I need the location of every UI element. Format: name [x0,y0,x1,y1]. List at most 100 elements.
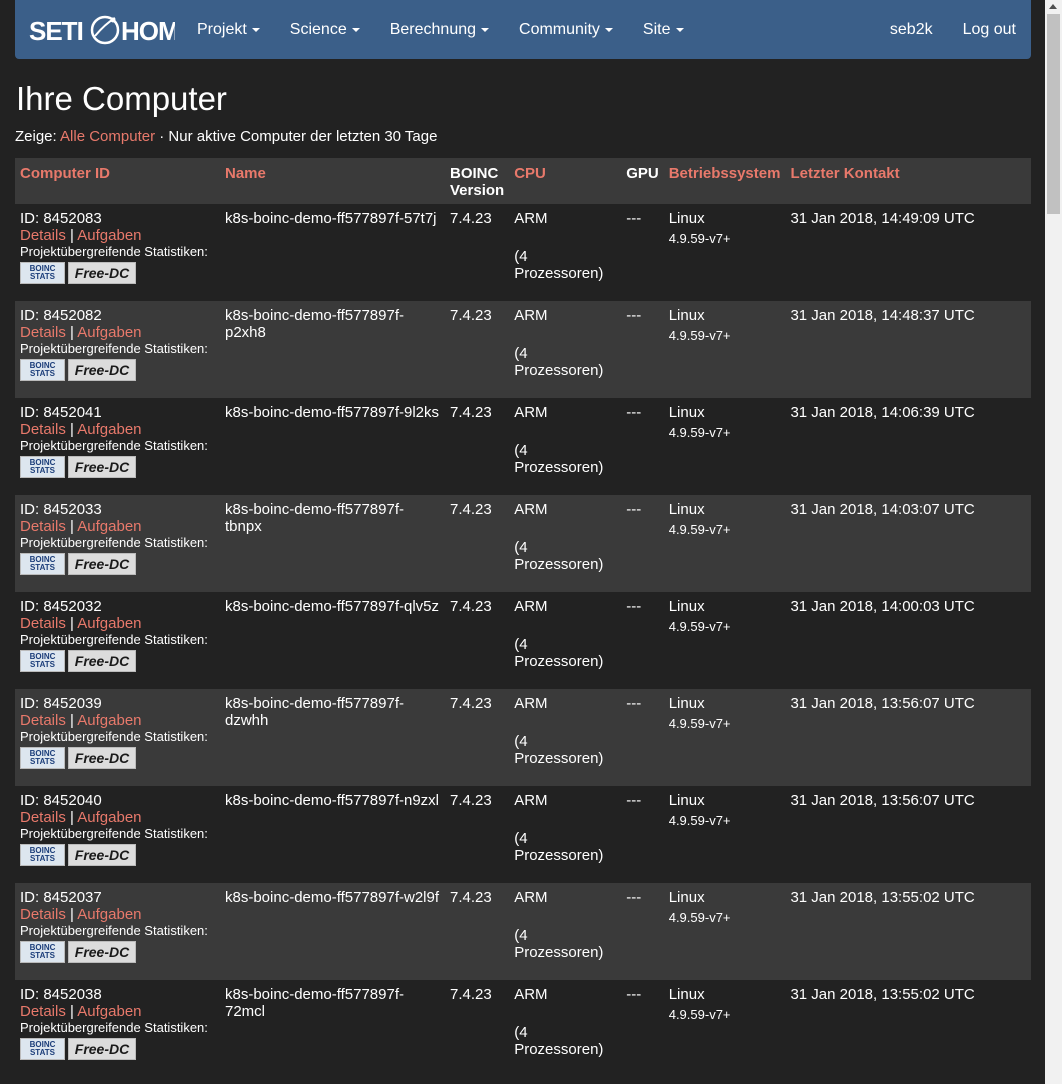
freedc-badge[interactable]: Free-DC [68,359,136,381]
freedc-badge[interactable]: Free-DC [68,456,136,478]
computer-id: ID: 8452032 [20,598,102,615]
boincstats-badge[interactable]: BOINC STATS [20,359,65,381]
os-kernel: 4.9.59-v7+ [668,425,731,440]
separator: | [70,615,74,632]
cpu-type: ARM [514,404,548,421]
tasks-link[interactable]: Aufgaben [77,324,141,341]
col-header-last-contact[interactable]: Letzter Kontakt [790,165,899,182]
nav-projekt-label: Projekt [197,20,247,38]
cross-project-stats-label: Projektübergreifende Statistiken: [20,341,208,356]
boinc-version: 7.4.23 [445,592,510,689]
computer-name: k8s-boinc-demo-ff577897f-p2xh8 [220,301,445,398]
details-link[interactable]: Details [20,615,66,632]
scroll-thumb[interactable] [1047,14,1060,214]
computer-id: ID: 8452039 [20,695,102,712]
tasks-link[interactable]: Aufgaben [77,809,141,826]
freedc-badge[interactable]: Free-DC [68,747,136,769]
details-link[interactable]: Details [20,421,66,438]
boincstats-badge[interactable]: BOINC STATS [20,941,65,963]
boincstats-subtext: STATS [29,466,56,475]
os-kernel: 4.9.59-v7+ [668,231,731,246]
freedc-badge[interactable]: Free-DC [68,1038,136,1060]
boincstats-subtext: STATS [29,1048,56,1057]
svg-text:HOME: HOME [121,16,175,46]
boincstats-badge[interactable]: BOINC STATS [20,553,65,575]
caret-down-icon [481,27,490,32]
computer-id: ID: 8452083 [20,210,102,227]
boinc-version: 7.4.23 [445,980,510,1077]
freedc-badge[interactable]: Free-DC [68,650,136,672]
col-header-name[interactable]: Name [225,165,266,182]
logout-link[interactable]: Log out [948,21,1016,39]
separator: | [70,324,74,341]
cpu-type: ARM [514,695,548,712]
all-computers-link[interactable]: Alle Computer [60,128,155,145]
gpu-info: --- [621,883,664,980]
computer-name: k8s-boinc-demo-ff577897f-9l2ks [220,398,445,495]
gpu-info: --- [621,689,664,786]
tasks-link[interactable]: Aufgaben [77,906,141,923]
tasks-link[interactable]: Aufgaben [77,421,141,438]
os-name: Linux [668,792,705,809]
details-link[interactable]: Details [20,227,66,244]
table-row: ID: 8452037 Details | Aufgaben Projektüb… [15,883,1031,980]
computers-table: Computer ID Name BOINC Version CPU GPU Be… [15,158,1031,1077]
freedc-badge[interactable]: Free-DC [68,941,136,963]
os-name: Linux [668,889,705,906]
boincstats-badge[interactable]: BOINC STATS [20,747,65,769]
boincstats-badge[interactable]: BOINC STATS [20,456,65,478]
os-kernel: 4.9.59-v7+ [668,328,731,343]
boincstats-badge[interactable]: BOINC STATS [20,650,65,672]
os-name: Linux [668,307,705,324]
tasks-link[interactable]: Aufgaben [77,1003,141,1020]
os-kernel: 4.9.59-v7+ [668,522,731,537]
col-header-os[interactable]: Betriebssystem [669,165,781,182]
last-contact: 31 Jan 2018, 13:56:07 UTC [785,689,1031,786]
cpu-type: ARM [514,307,548,324]
os-name: Linux [668,695,705,712]
tasks-link[interactable]: Aufgaben [77,615,141,632]
details-link[interactable]: Details [20,1003,66,1020]
col-header-cpu[interactable]: CPU [514,165,546,182]
nav-berechnung[interactable]: Berechnung [375,21,504,39]
boincstats-subtext: STATS [29,369,56,378]
nav-site-label: Site [642,20,671,38]
boincstats-subtext: STATS [29,563,56,572]
scroll-up-arrow-icon[interactable] [1049,4,1057,9]
details-link[interactable]: Details [20,906,66,923]
freedc-badge[interactable]: Free-DC [68,262,136,284]
details-link[interactable]: Details [20,712,66,729]
separator: | [70,518,74,535]
boincstats-badge[interactable]: BOINC STATS [20,844,65,866]
nav-science[interactable]: Science [275,21,375,39]
boincstats-badge[interactable]: BOINC STATS [20,1038,65,1060]
details-link[interactable]: Details [20,518,66,535]
col-header-computer-id[interactable]: Computer ID [20,165,110,182]
user-link[interactable]: seb2k [875,21,948,39]
seti-logo-graphic: SETI HOME [29,15,175,46]
seti-home-logo[interactable]: SETI HOME [27,10,175,50]
nav-community[interactable]: Community [504,21,628,39]
table-row: ID: 8452038 Details | Aufgaben Projektüb… [15,980,1031,1077]
details-link[interactable]: Details [20,324,66,341]
computer-id: ID: 8452082 [20,307,102,324]
tasks-link[interactable]: Aufgaben [77,712,141,729]
boincstats-badge[interactable]: BOINC STATS [20,262,65,284]
last-contact: 31 Jan 2018, 13:55:02 UTC [785,980,1031,1077]
cpu-type: ARM [514,889,548,906]
details-link[interactable]: Details [20,809,66,826]
cross-project-stats-label: Projektübergreifende Statistiken: [20,1020,208,1035]
freedc-badge[interactable]: Free-DC [68,553,136,575]
tasks-link[interactable]: Aufgaben [77,227,141,244]
freedc-badge[interactable]: Free-DC [68,844,136,866]
cpu-type: ARM [514,210,548,227]
os-kernel: 4.9.59-v7+ [668,813,731,828]
cpu-processors: (4 Prozessoren) [514,539,604,573]
cross-project-stats-label: Projektübergreifende Statistiken: [20,729,208,744]
nav-site[interactable]: Site [628,21,699,39]
tasks-link[interactable]: Aufgaben [77,518,141,535]
vertical-scrollbar[interactable] [1045,0,1062,1084]
cpu-processors: (4 Prozessoren) [514,733,604,767]
nav-projekt[interactable]: Projekt [182,21,275,39]
separator: | [70,809,74,826]
